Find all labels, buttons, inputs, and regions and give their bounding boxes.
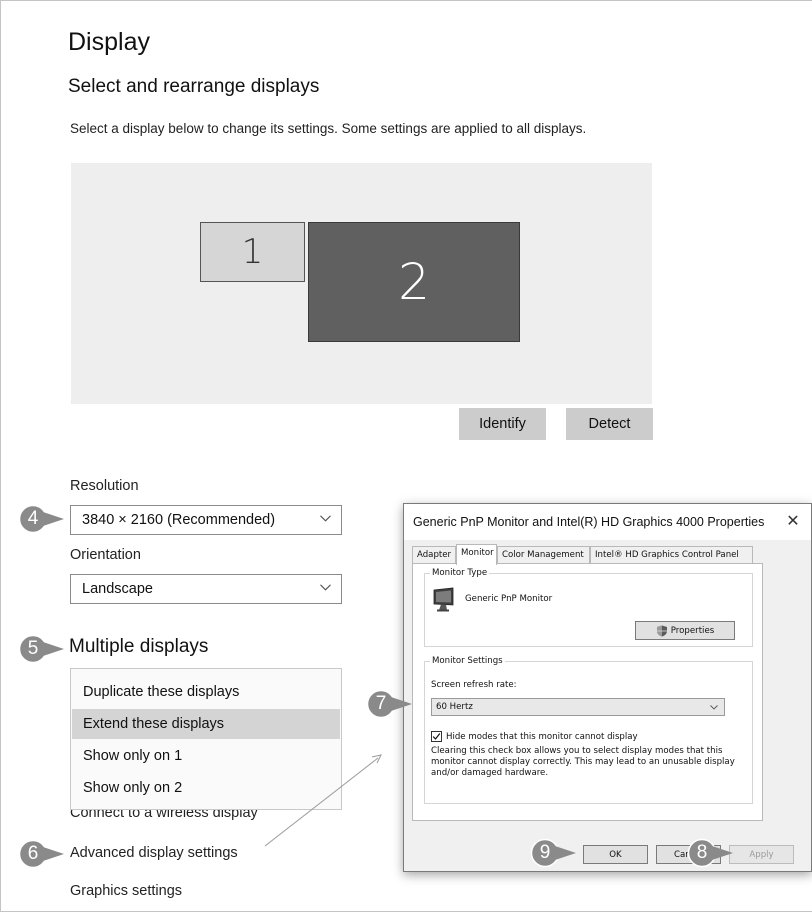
callout-number: 5: [27, 638, 39, 659]
tab-monitor[interactable]: Monitor: [456, 544, 497, 565]
graphics-settings-link[interactable]: Graphics settings: [70, 883, 182, 899]
page-title: Display: [68, 28, 150, 56]
monitor-icon: [433, 587, 454, 612]
callout-5: 5: [17, 634, 65, 664]
multiple-displays-menu: Duplicate these displays Extend these di…: [70, 668, 342, 810]
orientation-value: Landscape: [82, 581, 153, 597]
callout-number: 9: [539, 842, 551, 863]
tab-adapter[interactable]: Adapter: [412, 546, 456, 564]
dialog-title: Generic PnP Monitor and Intel(R) HD Grap…: [413, 515, 765, 529]
advanced-display-settings-link[interactable]: Advanced display settings: [70, 845, 238, 861]
orientation-label: Orientation: [70, 547, 141, 563]
option-extend-displays[interactable]: Extend these displays: [72, 709, 340, 739]
option-show-only-on-2[interactable]: Show only on 2: [72, 773, 340, 803]
refresh-rate-value: 60 Hertz: [436, 702, 473, 712]
refresh-rate-dropdown[interactable]: 60 Hertz: [431, 698, 725, 716]
shield-icon: [656, 625, 667, 636]
chevron-down-icon: [320, 584, 331, 591]
monitor-settings-group: Monitor Settings Screen refresh rate: 60…: [424, 656, 753, 804]
display-2-tile[interactable]: 2: [308, 222, 520, 342]
multiple-displays-title: Multiple displays: [69, 636, 209, 657]
option-show-only-on-1[interactable]: Show only on 1: [72, 741, 340, 771]
resolution-dropdown[interactable]: 3840 × 2160 (Recommended): [70, 505, 342, 535]
callout-6: 6: [17, 839, 65, 869]
display-hint-text: Select a display below to change its set…: [70, 121, 587, 136]
hide-modes-description: Clearing this check box allows you to se…: [431, 746, 735, 778]
close-icon[interactable]: ✕: [784, 512, 802, 530]
tab-intel-graphics-control-panel[interactable]: Intel® HD Graphics Control Panel: [590, 546, 753, 564]
monitor-tab-panel: Monitor Type Generic PnP Monitor Propert…: [412, 563, 763, 821]
properties-button-label: Properties: [670, 625, 715, 636]
identify-button[interactable]: Identify: [459, 408, 546, 440]
callout-number: 7: [375, 693, 387, 714]
monitor-type-group: Monitor Type Generic PnP Monitor Propert…: [424, 568, 753, 647]
resolution-value: 3840 × 2160 (Recommended): [82, 512, 276, 528]
callout-number: 8: [696, 842, 708, 863]
callout-4: 4: [17, 504, 65, 534]
option-duplicate-displays[interactable]: Duplicate these displays: [72, 677, 340, 707]
checkmark-icon: [432, 733, 441, 740]
callout-number: 4: [27, 508, 39, 529]
monitor-settings-label: Monitor Settings: [430, 656, 505, 666]
chevron-down-icon: [710, 705, 718, 710]
callout-9: 9: [529, 838, 577, 868]
ok-button[interactable]: OK: [583, 845, 648, 864]
section-title: Select and rearrange displays: [68, 76, 320, 97]
apply-button[interactable]: Apply: [729, 845, 794, 864]
tab-color-management[interactable]: Color Management: [497, 546, 590, 564]
monitor-properties-button[interactable]: Properties: [635, 621, 735, 640]
hide-modes-checkbox[interactable]: [431, 731, 442, 742]
resolution-label: Resolution: [70, 478, 139, 494]
monitor-properties-dialog: Generic PnP Monitor and Intel(R) HD Grap…: [403, 503, 812, 872]
detect-button[interactable]: Detect: [566, 408, 653, 440]
display-arrangement-area[interactable]: 1 2: [71, 163, 652, 404]
chevron-down-icon: [320, 515, 331, 522]
callout-number: 6: [27, 843, 39, 864]
hide-modes-label[interactable]: Hide modes that this monitor cannot disp…: [446, 732, 638, 742]
callout-8: 8: [686, 838, 734, 868]
monitor-type-label: Monitor Type: [430, 568, 490, 578]
dialog-titlebar: Generic PnP Monitor and Intel(R) HD Grap…: [404, 504, 811, 540]
monitor-name: Generic PnP Monitor: [465, 594, 553, 604]
orientation-dropdown[interactable]: Landscape: [70, 574, 342, 604]
callout-7: 7: [365, 689, 413, 719]
display-1-tile[interactable]: 1: [200, 222, 305, 282]
refresh-rate-label: Screen refresh rate:: [431, 680, 517, 690]
